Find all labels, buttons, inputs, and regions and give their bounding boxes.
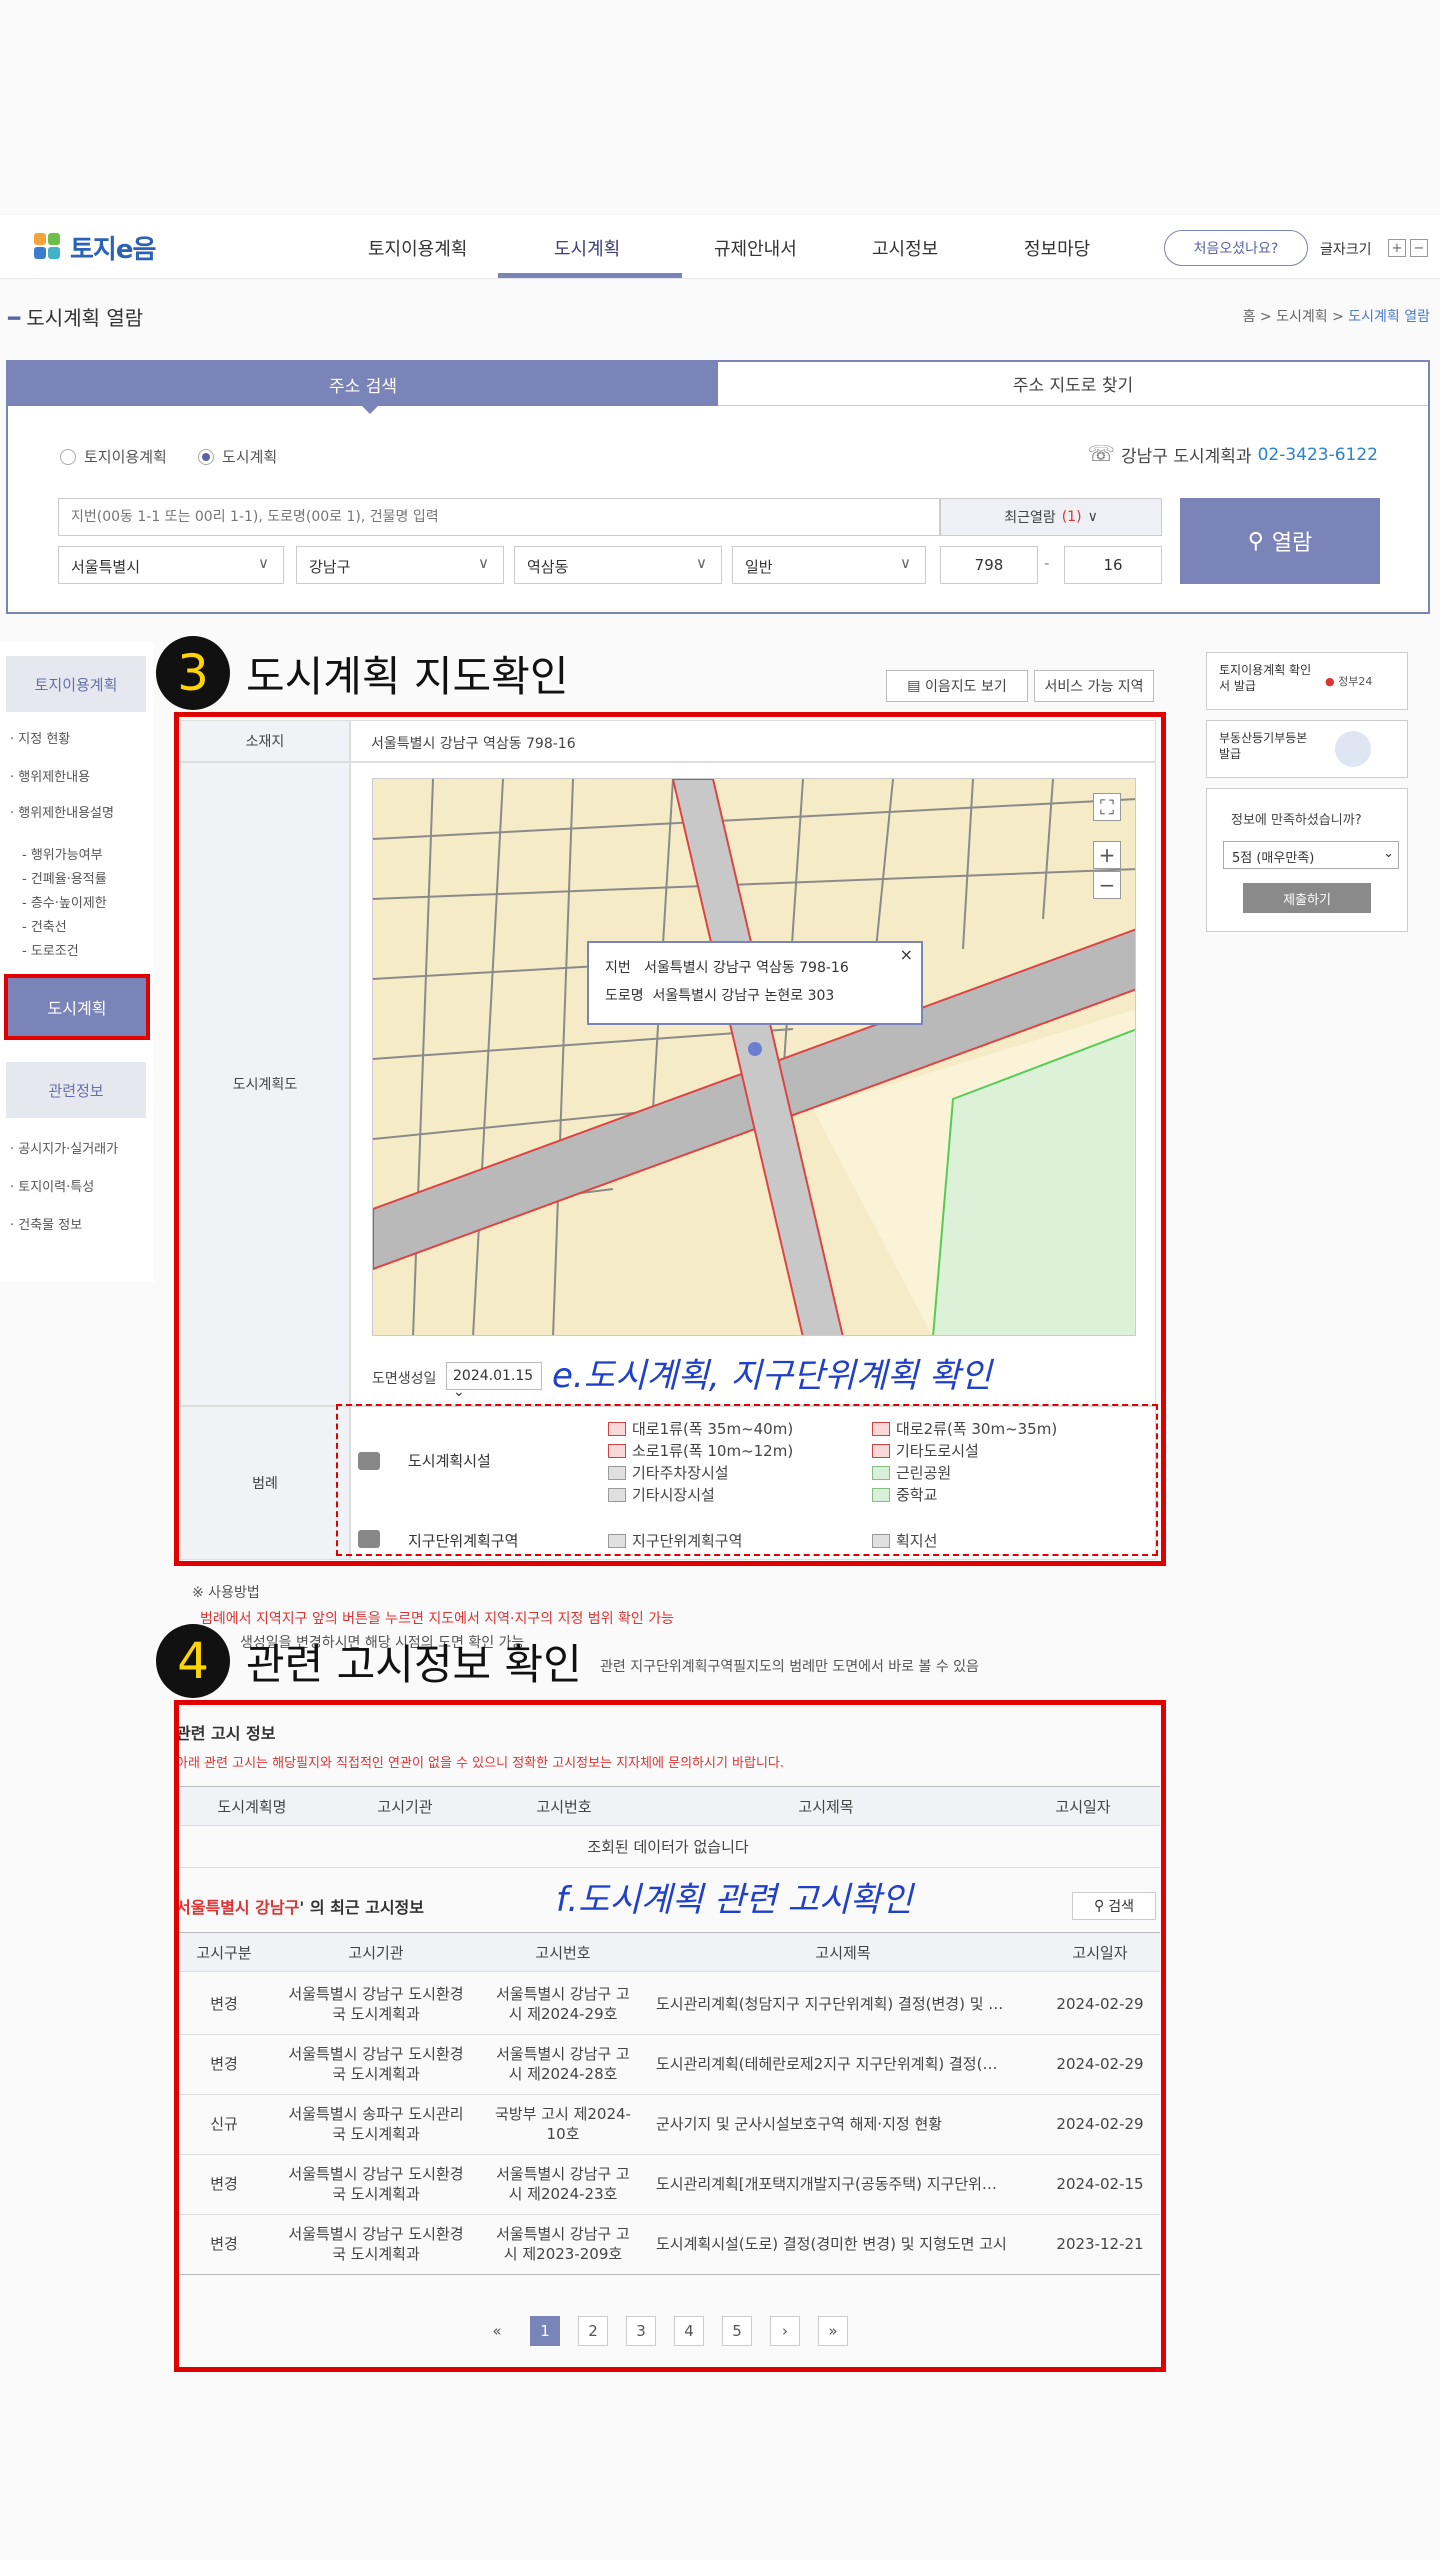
chevron-down-icon: ∨ bbox=[478, 554, 489, 572]
section3-number: 3 bbox=[156, 636, 230, 710]
registry-label: 부동산등기부등본 발급 bbox=[1219, 731, 1308, 761]
bubun-input[interactable]: 16 bbox=[1064, 546, 1162, 584]
sidebar-sub-allowed[interactable]: - 행위가능여부 bbox=[22, 844, 103, 863]
survey-box: 정보에 만족하셨습니까? 5점 (매우만족) ⌄ 제출하기 bbox=[1206, 788, 1408, 932]
menu-info[interactable]: 정보마당 bbox=[1024, 235, 1090, 261]
breadcrumb-urban[interactable]: 도시계획 bbox=[1276, 309, 1328, 325]
tab-pointer bbox=[362, 406, 378, 414]
chevron-down-icon: ∨ bbox=[1087, 509, 1098, 525]
breadcrumb-current: 도시계획 열람 bbox=[1348, 309, 1430, 325]
sido-select[interactable]: 서울특별시 ∨ bbox=[58, 546, 284, 584]
breadcrumb: 홈 > 도시계획 > 도시계획 열람 bbox=[1242, 309, 1430, 325]
site-logo[interactable]: 토지e음 bbox=[34, 229, 156, 266]
font-plus-button[interactable]: + bbox=[1388, 239, 1406, 257]
sidebar-sub-height[interactable]: - 층수·높이제한 bbox=[22, 892, 107, 911]
logo-icon bbox=[34, 232, 64, 263]
number-dash: - bbox=[1044, 554, 1050, 572]
survey-select[interactable]: 5점 (매우만족) ⌄ bbox=[1223, 841, 1399, 869]
chevron-down-icon: ∨ bbox=[258, 554, 269, 572]
gov24-logo: ● 정부24 bbox=[1325, 675, 1373, 688]
usage-line3: 관련 지구단위계획구역필지도의 범례만 도면에서 바로 볼 수 있음 bbox=[600, 1659, 979, 1675]
logo-text: 토지e음 bbox=[70, 235, 156, 265]
search-icon: ⚲ bbox=[1247, 528, 1264, 554]
service-area-button[interactable]: 서비스 가능 지역 bbox=[1034, 670, 1154, 702]
sidebar-head-related[interactable]: 관련정보 bbox=[6, 1062, 146, 1118]
contact-phone: ☏ 강남구 도시계획과 02-3423-6122 bbox=[1087, 442, 1378, 467]
usage-title: ※ 사용방법 bbox=[192, 1585, 260, 1601]
tab-map-search[interactable]: 주소 지도로 찾기 bbox=[718, 362, 1428, 406]
phone-icon: ☏ bbox=[1087, 442, 1116, 467]
sidebar-sub-building-line[interactable]: - 건축선 bbox=[22, 916, 67, 935]
survey-submit-button[interactable]: 제출하기 bbox=[1243, 883, 1371, 913]
view-eum-map-button[interactable]: ▤ 이음지도 보기 bbox=[886, 670, 1028, 702]
document-icon: ▤ bbox=[907, 678, 921, 694]
chevron-down-icon: ∨ bbox=[900, 554, 911, 572]
sidebar-item-price[interactable]: · 공시지가·실거래가 bbox=[10, 1138, 118, 1157]
sidebar-sub-ratio[interactable]: - 건폐율·용적률 bbox=[22, 868, 107, 887]
open-button[interactable]: ⚲ 열람 bbox=[1180, 498, 1380, 584]
search-panel: 주소 검색 주소 지도로 찾기 토지이용계획 도시계획 ☏ 강남구 도시계획과 … bbox=[6, 360, 1430, 614]
bonbun-input[interactable]: 798 bbox=[940, 546, 1038, 584]
address-input[interactable] bbox=[58, 498, 940, 536]
sidebar-head-land-use[interactable]: 토지이용계획 bbox=[6, 656, 146, 712]
land-type-select[interactable]: 일반 ∨ bbox=[732, 546, 926, 584]
first-visit-button[interactable]: 처음오셨나요? bbox=[1164, 230, 1308, 266]
sidebar-item-restriction-desc[interactable]: · 행위제한내용설명 bbox=[10, 802, 114, 821]
sidebar-item-building[interactable]: · 건축물 정보 bbox=[10, 1214, 82, 1233]
menu-active-indicator bbox=[498, 273, 682, 278]
dong-select[interactable]: 역삼동 ∨ bbox=[514, 546, 722, 584]
survey-question: 정보에 만족하셨습니까? bbox=[1231, 813, 1362, 828]
section3-heading: 3 도시계획 지도확인 bbox=[156, 636, 568, 710]
recent-view-dropdown[interactable]: 최근열람 (1) ∨ bbox=[940, 498, 1162, 536]
certificate-label: 토지이용계획 확인서 발급 bbox=[1219, 663, 1312, 693]
sidebar-item-history[interactable]: · 토지이력·특성 bbox=[10, 1176, 94, 1195]
sidebar-item-designation[interactable]: · 지정 현황 bbox=[10, 728, 70, 747]
highlight-frame-section3 bbox=[174, 712, 1166, 1566]
tab-address-search[interactable]: 주소 검색 bbox=[8, 362, 718, 406]
menu-notice[interactable]: 고시정보 bbox=[872, 235, 938, 261]
chevron-down-icon: ⌄ bbox=[1383, 846, 1394, 861]
radio-urban-plan[interactable]: 도시계획 bbox=[198, 446, 277, 467]
highlight-frame-section4 bbox=[174, 1700, 1166, 2372]
menu-urban-plan[interactable]: 도시계획 bbox=[554, 235, 620, 261]
section4-number: 4 bbox=[156, 1624, 230, 1698]
radio-land-use[interactable]: 토지이용계획 bbox=[60, 446, 167, 467]
font-minus-button[interactable]: − bbox=[1410, 239, 1428, 257]
sidebar-sub-road[interactable]: - 도로조건 bbox=[22, 940, 79, 959]
breadcrumb-home[interactable]: 홈 bbox=[1243, 309, 1256, 325]
top-nav: 토지e음 토지이용계획 도시계획 규제안내서 고시정보 정보마당 처음오셨나요?… bbox=[0, 215, 1440, 279]
chevron-down-icon: ∨ bbox=[696, 554, 707, 572]
menu-land-use[interactable]: 토지이용계획 bbox=[368, 235, 467, 261]
registry-issue-link[interactable]: 부동산등기부등본 발급 bbox=[1206, 720, 1408, 778]
page-title: ━ 도시계획 열람 bbox=[8, 306, 144, 330]
sidebar-item-restriction[interactable]: · 행위제한내용 bbox=[10, 766, 90, 785]
font-size-label: 글자크기 bbox=[1320, 242, 1372, 258]
sidebar-item-urban-plan[interactable]: 도시계획 bbox=[4, 974, 150, 1040]
left-sidebar: 토지이용계획 · 지정 현황 · 행위제한내용 · 행위제한내용설명 - 행위가… bbox=[0, 642, 154, 1282]
certificate-issue-link[interactable]: 토지이용계획 확인서 발급 ● 정부24 bbox=[1206, 652, 1408, 710]
section4-heading: 4 관련 고시정보 확인 bbox=[156, 1624, 582, 1698]
sigungu-select[interactable]: 강남구 ∨ bbox=[296, 546, 504, 584]
court-logo-icon bbox=[1335, 731, 1371, 767]
menu-regulation[interactable]: 규제안내서 bbox=[714, 235, 797, 261]
